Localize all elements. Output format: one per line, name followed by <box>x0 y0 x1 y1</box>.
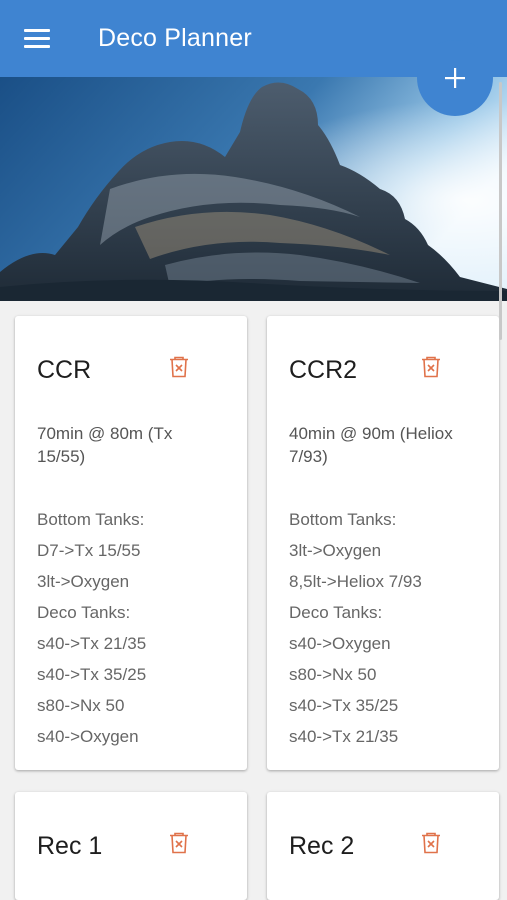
trash-icon[interactable] <box>420 832 442 854</box>
card-title: Rec 2 <box>289 832 355 860</box>
tank-item: s40->Tx 21/35 <box>289 727 399 746</box>
tank-item: 8,5lt->Heliox 7/93 <box>289 572 422 591</box>
tank-item: s40->Tx 35/25 <box>37 665 147 684</box>
tank-item: 3lt->Oxygen <box>289 541 382 560</box>
deco-tanks-label: Deco Tanks: <box>37 603 131 622</box>
tank-item: s80->Nx 50 <box>37 696 125 715</box>
tank-item: s80->Nx 50 <box>289 665 377 684</box>
menu-button[interactable] <box>24 27 52 49</box>
add-plan-button[interactable] <box>417 40 493 116</box>
deco-tanks-label: Deco Tanks: <box>289 603 383 622</box>
tank-item: s40->Oxygen <box>37 727 139 746</box>
app-title: Deco Planner <box>98 24 252 52</box>
bottom-tanks-label: Bottom Tanks: <box>37 510 145 529</box>
hamburger-icon-bar <box>24 29 50 32</box>
trash-icon[interactable] <box>420 356 442 378</box>
trash-icon[interactable] <box>168 356 190 378</box>
card-title: CCR <box>37 356 92 384</box>
hamburger-icon-bar <box>24 45 50 48</box>
plan-card[interactable]: CCR 70min @ 80m (Tx 15/55) Bottom Tanks:… <box>15 316 247 770</box>
tank-item: D7->Tx 15/55 <box>37 541 141 560</box>
card-title: CCR2 <box>289 356 358 384</box>
plan-card[interactable]: Rec 1 <box>15 792 247 900</box>
tank-item: s40->Oxygen <box>289 634 391 653</box>
plan-card[interactable]: CCR2 40min @ 90m (Heliox 7/93) Bottom Ta… <box>267 316 499 770</box>
card-title: Rec 1 <box>37 832 103 860</box>
tank-item: s40->Tx 21/35 <box>37 634 147 653</box>
hamburger-icon-bar <box>24 37 50 40</box>
dive-summary: 70min @ 80m (Tx 15/55) <box>37 424 173 466</box>
bottom-tanks-label: Bottom Tanks: <box>289 510 397 529</box>
tank-item: s40->Tx 35/25 <box>289 696 399 715</box>
plus-icon <box>445 68 465 88</box>
plan-card[interactable]: Rec 2 <box>267 792 499 900</box>
trash-icon[interactable] <box>168 832 190 854</box>
tank-item: 3lt->Oxygen <box>37 572 130 591</box>
scrollbar[interactable] <box>499 82 502 340</box>
dive-summary: 40min @ 90m (Heliox 7/93) <box>289 424 453 466</box>
hero-image <box>0 77 507 301</box>
